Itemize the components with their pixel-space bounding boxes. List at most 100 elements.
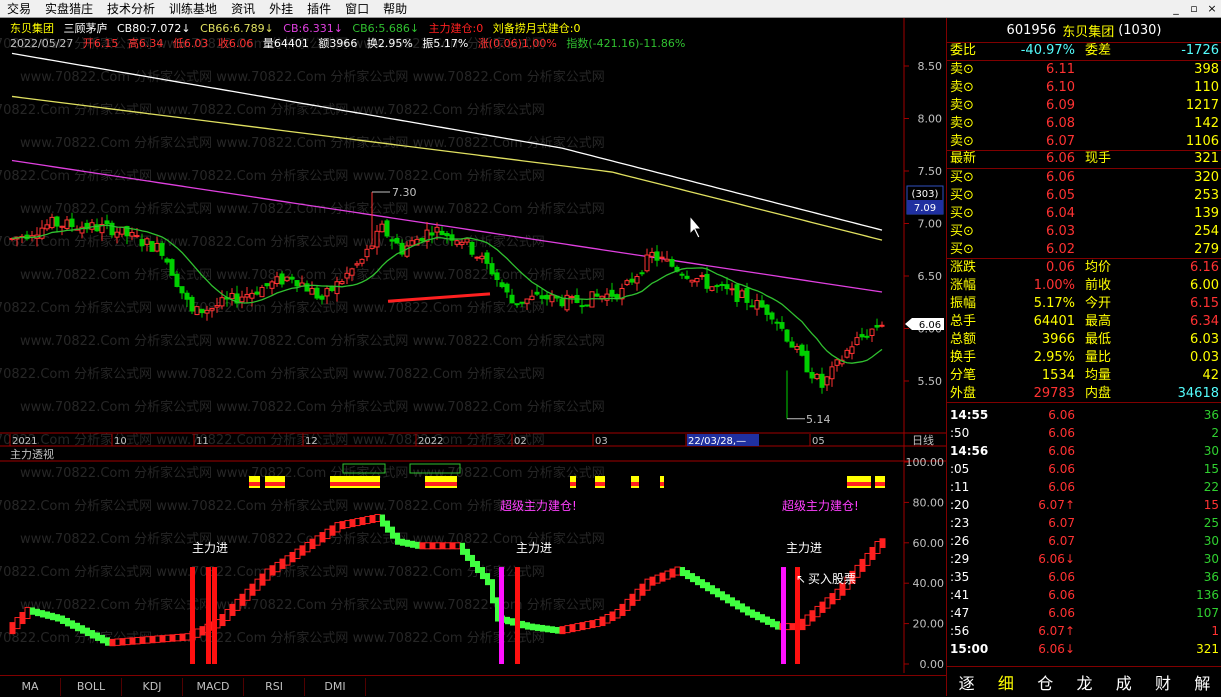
minimize-button[interactable]: _ — [1167, 2, 1185, 15]
sell-label: 卖⊙ — [950, 62, 974, 77]
sell-price: 6.07 — [1046, 134, 1075, 149]
buy-volume: 254 — [1194, 224, 1219, 239]
restore-button[interactable]: ▫ — [1185, 2, 1203, 15]
tab-xi[interactable]: 细 — [986, 670, 1025, 694]
tick-row[interactable]: 14:55 6.06 36 — [947, 406, 1221, 424]
tab-macd[interactable]: MACD — [183, 677, 244, 696]
tab-kdj[interactable]: KDJ — [122, 677, 183, 696]
tick-row[interactable]: 14:56 6.06 30 — [947, 442, 1221, 460]
candle-body — [419, 237, 425, 242]
tick-time: :26 — [950, 534, 970, 548]
menu-window[interactable]: 窗口 — [338, 0, 376, 18]
tick-row[interactable]: :41 6.06 136 — [947, 586, 1221, 604]
candle-body — [184, 292, 190, 300]
candle-body — [744, 288, 750, 303]
candle-body — [729, 288, 735, 291]
info-line-2: 2022/05/27 开6.15 高6.34 低6.03 收6.06 量6440… — [10, 35, 685, 51]
zljc-value: 主力建仓:0 — [428, 22, 484, 35]
sell-label: 卖⊙ — [950, 80, 974, 95]
tick-price: 6.06↓ — [1038, 552, 1075, 566]
tick-row[interactable]: :29 6.06↓ 30 — [947, 550, 1221, 568]
tick-row[interactable]: 15:00 6.06↓ 321 — [947, 640, 1221, 658]
candle-body — [59, 225, 65, 228]
tab-cheng[interactable]: 成 — [1104, 670, 1143, 694]
ind-axis-label: 100.00 — [906, 456, 945, 469]
tab-boll[interactable]: BOLL — [61, 677, 122, 696]
osc-bar — [284, 555, 291, 566]
candle-body — [129, 231, 135, 237]
tick-row[interactable]: :11 6.06 22 — [947, 478, 1221, 496]
osc-bar — [550, 626, 555, 633]
tick-row[interactable]: :23 6.07 25 — [947, 514, 1221, 532]
stat-value: 0.06 — [1046, 260, 1075, 275]
menu-plugin-ext[interactable]: 外挂 — [262, 0, 300, 18]
stock-header-num: (1030) — [1118, 22, 1162, 38]
candle-body — [169, 259, 175, 276]
osc-bar — [279, 558, 286, 569]
tab-cai[interactable]: 财 — [1143, 670, 1182, 694]
info-line-1: 东贝集团 三顾茅庐 CB80:7.072↓ CB66:6.789↓ CB:6.3… — [10, 20, 581, 36]
sell-volume: 1217 — [1185, 98, 1219, 113]
tab-jie[interactable]: 解 — [1183, 670, 1221, 694]
watermark-text: www.70822.Com 分析家公式网 www.70822.Com 分析家公式… — [20, 69, 605, 85]
stat-row: 涨幅 1.00% 前收 6.00 — [947, 277, 1221, 295]
tick-volume: 15 — [1203, 462, 1219, 476]
tab-dmi[interactable]: DMI — [305, 677, 366, 696]
tick-row[interactable]: :35 6.06 36 — [947, 568, 1221, 586]
osc-bar — [470, 554, 475, 567]
tab-rsi[interactable]: RSI — [244, 677, 305, 696]
time-axis-label: 22/03/28,— — [688, 436, 746, 447]
price-axis-label: 7.50 — [918, 165, 943, 178]
index-change: 指数(-421.16)-11.86% — [566, 37, 686, 50]
menu-trade[interactable]: 交易 — [0, 0, 38, 18]
buy-label: 买⊙ — [950, 170, 974, 185]
osc-bar — [319, 532, 326, 543]
sell-label: 卖⊙ — [950, 134, 974, 149]
tab-zhu[interactable]: 逐 — [947, 670, 986, 694]
close-button[interactable]: × — [1203, 2, 1221, 15]
tick-row[interactable]: :56 6.07↑ 1 — [947, 622, 1221, 640]
menu-hunt[interactable]: 实盘猎庄 — [38, 0, 100, 18]
osc-bar — [109, 638, 116, 647]
candle-body — [579, 305, 585, 308]
top-marker-stripe — [570, 482, 576, 486]
osc-bar — [400, 538, 405, 546]
tick-row[interactable]: :05 6.06 15 — [947, 460, 1221, 478]
osc-bar — [199, 626, 206, 636]
tab-long[interactable]: 龙 — [1065, 670, 1104, 694]
tick-row[interactable]: :26 6.07 30 — [947, 532, 1221, 550]
menu-help[interactable]: 帮助 — [376, 0, 414, 18]
stat-label: 涨跌 — [950, 260, 977, 275]
osc-bar — [380, 514, 385, 527]
menu-tech[interactable]: 技术分析 — [100, 0, 162, 18]
stat-label: 分笔 — [950, 368, 977, 383]
kline-chart[interactable]: www.70822.Com 分析家公式网 www.70822.Com 分析家公式… — [0, 18, 946, 675]
osc-bar — [169, 634, 176, 642]
top-marker-stripe — [595, 482, 605, 486]
tick-row[interactable]: :50 6.06 2 — [947, 424, 1221, 442]
top-marker-stripe — [330, 482, 380, 486]
top-marker-stripe — [660, 482, 664, 486]
signal-bar — [206, 567, 211, 664]
candle-body — [879, 324, 885, 327]
candle-body — [114, 231, 120, 238]
osc-bar — [395, 532, 400, 545]
osc-bar — [429, 542, 436, 550]
menu-train[interactable]: 训练基地 — [162, 0, 224, 18]
tab-ma[interactable]: MA — [0, 677, 61, 696]
osc-bar — [465, 548, 470, 561]
chart-area[interactable]: www.70822.Com 分析家公式网 www.70822.Com 分析家公式… — [0, 18, 946, 675]
osc-bar — [254, 578, 261, 591]
menu-news[interactable]: 资讯 — [224, 0, 262, 18]
stock-header-name: 东贝集团 — [1062, 24, 1115, 40]
candle-body — [549, 294, 555, 303]
tick-volume: 1 — [1211, 624, 1219, 638]
tick-row[interactable]: :47 6.06 107 — [947, 604, 1221, 622]
tick-time: :35 — [950, 570, 970, 584]
tab-cang[interactable]: 仓 — [1026, 670, 1065, 694]
menu-plugin[interactable]: 插件 — [300, 0, 338, 18]
buy-label: 买⊙ — [950, 188, 974, 203]
tick-volume: 136 — [1196, 588, 1219, 602]
tick-row[interactable]: :20 6.07↑ 15 — [947, 496, 1221, 514]
latest-label: 最新 — [950, 151, 977, 166]
